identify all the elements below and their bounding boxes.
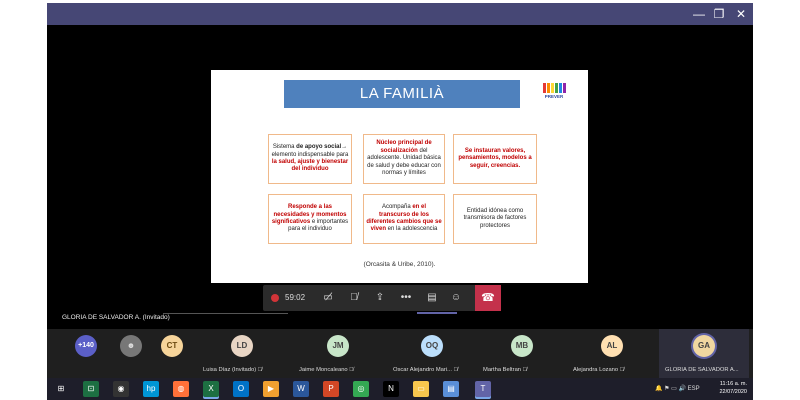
teams-meeting-window: — ❐ ✕ LA FAMILIÀ PREVER Sistema de apoyo… bbox=[47, 3, 753, 397]
file-explorer-icon[interactable]: ▭ bbox=[413, 381, 429, 397]
cell-text: elemento indispensable para bbox=[271, 151, 349, 158]
clock-date: 22/07/2020 bbox=[719, 389, 747, 395]
system-tray[interactable]: 🔔 ⚑ ▭ 🔊 ESP bbox=[655, 383, 700, 395]
presenter-label: GLORIA DE SALVADOR A. (Invitado) bbox=[62, 314, 170, 321]
avatar: OQ bbox=[421, 335, 443, 357]
participant-tile[interactable]: OQ Oscar Alejandro Mari... 🎙̸ bbox=[387, 329, 477, 379]
participant-tile[interactable]: JM Jaime Moncaleano 🎙̸ bbox=[293, 329, 383, 379]
participants-icon[interactable]: ☺ bbox=[447, 289, 465, 307]
slide-cell-4: Responde a las necesidades y momentos si… bbox=[268, 194, 352, 244]
cell-text: Acompaña bbox=[381, 204, 413, 211]
excel-online-icon[interactable]: ⊡ bbox=[83, 381, 99, 397]
clock-time: 11:16 a. m. bbox=[719, 381, 747, 387]
close-icon[interactable]: ✕ bbox=[733, 6, 749, 22]
firefox-icon[interactable]: ◍ bbox=[173, 381, 189, 397]
webcam-app-icon[interactable]: ◉ bbox=[113, 381, 129, 397]
cell-text: Se instauran valores, pensamientos, mode… bbox=[458, 147, 532, 169]
slide-citation: (Orcasita & Uribe, 2010). bbox=[363, 261, 436, 268]
cell-text: Entidad idónea como transmisora de facto… bbox=[463, 207, 527, 229]
meeting-timer: 59:02 bbox=[285, 293, 306, 302]
explorer-window-icon[interactable]: ▤ bbox=[443, 381, 459, 397]
more-participants[interactable]: +140 bbox=[47, 329, 107, 379]
slide-cell-5: Acompaña en el transcurso de los diferen… bbox=[363, 194, 445, 244]
cell-text: en la adolescencia bbox=[385, 226, 438, 233]
avatar: MB bbox=[511, 335, 533, 357]
slide-cell-3: Se instauran valores, pensamientos, mode… bbox=[453, 134, 537, 184]
participant-ct[interactable]: CT bbox=[155, 329, 195, 379]
avatar: AL bbox=[601, 335, 623, 357]
controls-divider bbox=[163, 313, 288, 314]
prever-logo: PREVER bbox=[539, 83, 569, 101]
participant-name: GLORIA DE SALVADOR A... bbox=[665, 367, 739, 373]
avatar: CT bbox=[161, 335, 183, 357]
cell-text: de apoyo social→ bbox=[296, 144, 348, 151]
minimize-icon[interactable]: — bbox=[691, 6, 707, 22]
logo-bar bbox=[555, 83, 558, 93]
recording-icon bbox=[271, 294, 279, 302]
person-icon: ☻ bbox=[120, 335, 142, 357]
shared-slide: LA FAMILIÀ PREVER Sistema de apoyo socia… bbox=[211, 70, 588, 283]
hp-icon[interactable]: hp bbox=[143, 381, 159, 397]
participants-strip: +140 ☻ CT LD Luisa Díaz (Invitado) 🎙̸ JM Ja… bbox=[47, 329, 753, 379]
cell-text: Sistema bbox=[272, 144, 297, 151]
teams-icon[interactable]: T bbox=[475, 381, 491, 397]
slide-cell-2: Núcleo principal de socialización del ad… bbox=[363, 134, 445, 184]
slide-title: LA FAMILIÀ bbox=[284, 80, 520, 108]
avatar: JM bbox=[327, 335, 349, 357]
clock[interactable]: 11:16 a. m. 22/07/2020 bbox=[707, 380, 747, 396]
camera-off-icon[interactable]: ▭̸ bbox=[319, 289, 337, 307]
title-bar: — ❐ ✕ bbox=[47, 3, 753, 25]
logo-bar bbox=[551, 83, 554, 93]
share-screen-icon[interactable]: ⇪ bbox=[371, 289, 389, 307]
word-icon[interactable]: W bbox=[293, 381, 309, 397]
hang-up-button[interactable]: ☎ bbox=[475, 285, 501, 311]
more-options-icon[interactable]: ••• bbox=[397, 289, 415, 307]
participant-tile[interactable]: MB Martha Beltran 🎙̸ bbox=[477, 329, 567, 379]
participant-tile[interactable]: LD Luisa Díaz (Invitado) 🎙̸ bbox=[197, 329, 287, 379]
slide-cell-6: Entidad idónea como transmisora de facto… bbox=[453, 194, 537, 244]
windows-start-icon[interactable]: ⊞ bbox=[53, 381, 69, 397]
logo-text: PREVER bbox=[544, 94, 564, 99]
logo-bar bbox=[547, 83, 550, 93]
meeting-controls: 59:02 ▭̸ 🎙̸ ⇪ ••• ▤ ☺ ☎ bbox=[263, 285, 501, 311]
mic-off-icon[interactable]: 🎙̸ bbox=[345, 289, 363, 307]
active-indicator bbox=[417, 312, 457, 314]
windows-taskbar: ⊞ ⊡ ◉ hp ◍ X O ▶ W P ◎ N ▭ ▤ T 🔔 ⚑ ▭ 🔊 ESP 11:16 a. m.… bbox=[47, 378, 753, 400]
logo-bar bbox=[543, 83, 546, 93]
netflix-icon[interactable]: N bbox=[383, 381, 399, 397]
chrome-icon[interactable]: ◎ bbox=[353, 381, 369, 397]
cell-text: la salud, ajuste y bienestar del individ… bbox=[271, 159, 349, 173]
more-participants-badge[interactable]: +140 bbox=[75, 335, 97, 357]
logo-bar bbox=[563, 83, 566, 93]
excel-icon[interactable]: X bbox=[203, 381, 219, 397]
slide-cell-1: Sistema de apoyo social→ elemento indisp… bbox=[268, 134, 352, 184]
participant-tile[interactable]: AL Alejandra Lozano 🎙̸ bbox=[567, 329, 657, 379]
chat-icon[interactable]: ▤ bbox=[423, 289, 441, 307]
media-player-icon[interactable]: ▶ bbox=[263, 381, 279, 397]
participant-tile[interactable]: GA GLORIA DE SALVADOR A... bbox=[659, 329, 749, 379]
restore-icon[interactable]: ❐ bbox=[711, 6, 727, 22]
logo-bar bbox=[559, 83, 562, 93]
avatar: GA bbox=[693, 335, 715, 357]
outlook-icon[interactable]: O bbox=[233, 381, 249, 397]
powerpoint-icon[interactable]: P bbox=[323, 381, 339, 397]
avatar: LD bbox=[231, 335, 253, 357]
participant-unknown[interactable]: ☻ bbox=[115, 329, 155, 379]
